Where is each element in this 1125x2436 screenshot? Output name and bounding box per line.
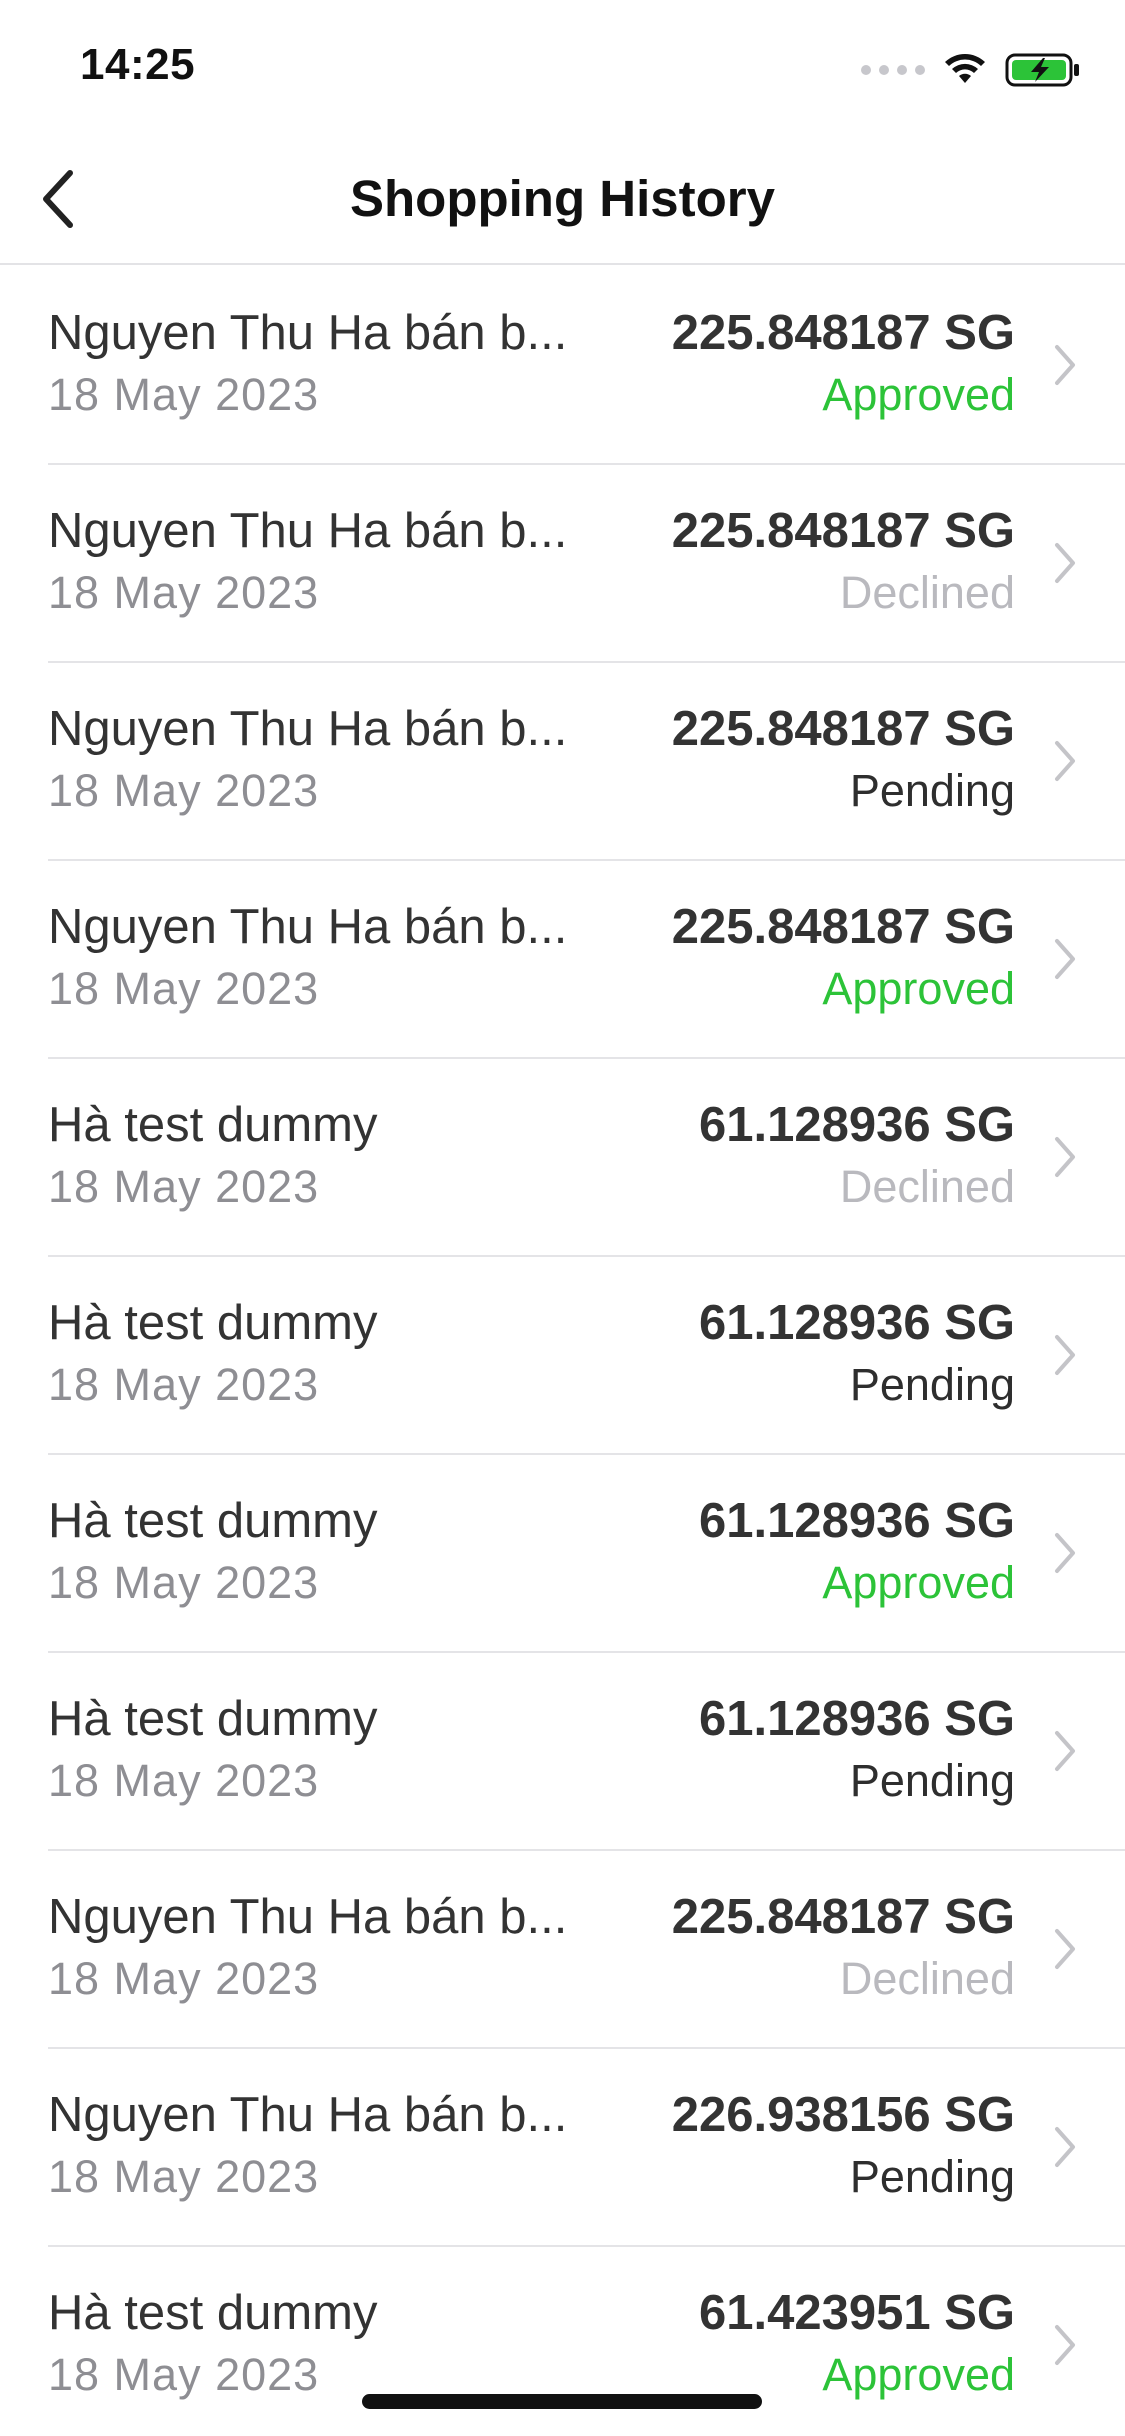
transaction-date: 18 May 2023 — [48, 963, 320, 1014]
chevron-right-icon — [1055, 1335, 1075, 1375]
chevron-right-icon — [1055, 543, 1075, 583]
status-label: Approved — [822, 369, 1015, 420]
transaction-date: 18 May 2023 — [48, 1359, 320, 1410]
status-label: Pending — [849, 1359, 1015, 1410]
transaction-date: 18 May 2023 — [48, 2349, 320, 2400]
chevron-right-icon — [1055, 1533, 1075, 1573]
list-item[interactable]: Hà test dummy 18 May 2023 61.128936 SG Decl… — [0, 1059, 1125, 1257]
transaction-date: 18 May 2023 — [48, 567, 320, 618]
transaction-amount: 61.128936 SG — [698, 1692, 1015, 1746]
list-item[interactable]: Nguyen Thu Ha bán b... 18 May 2023 225.848… — [0, 267, 1125, 465]
home-indicator — [362, 2394, 762, 2409]
transaction-amount: 225.848187 SG — [671, 900, 1015, 954]
merchant-name: Nguyen Thu Ha bán b... — [48, 2088, 568, 2142]
status-label: Pending — [849, 1755, 1015, 1806]
transaction-amount: 61.128936 SG — [698, 1098, 1015, 1152]
list-item[interactable]: Nguyen Thu Ha bán b... 18 May 2023 225.848… — [0, 663, 1125, 861]
list-item[interactable]: Nguyen Thu Ha bán b... 18 May 2023 225.848… — [0, 465, 1125, 663]
list-item[interactable]: Nguyen Thu Ha bán b... 18 May 2023 225.848… — [0, 861, 1125, 1059]
status-label: Approved — [822, 1557, 1015, 1608]
transaction-date: 18 May 2023 — [48, 1557, 320, 1608]
transaction-date: 18 May 2023 — [48, 2151, 320, 2202]
transaction-amount: 225.848187 SG — [671, 702, 1015, 756]
merchant-name: Hà test dummy — [48, 1692, 378, 1746]
list-item[interactable]: Hà test dummy 18 May 2023 61.128936 SG Pend… — [0, 1257, 1125, 1455]
screen: 14:25 Shopping History Nguyen Thu Ha bán… — [0, 0, 1125, 2436]
status-label: Approved — [822, 2349, 1015, 2400]
merchant-name: Nguyen Thu Ha bán b... — [48, 900, 568, 954]
navigation-bar: Shopping History — [0, 135, 1125, 265]
merchant-name: Nguyen Thu Ha bán b... — [48, 306, 568, 360]
status-time: 14:25 — [80, 40, 196, 89]
list-item[interactable]: Hà test dummy 18 May 2023 61.128936 SG Appr… — [0, 1455, 1125, 1653]
status-icons — [861, 48, 1081, 92]
transaction-amount: 225.848187 SG — [671, 306, 1015, 360]
transaction-amount: 225.848187 SG — [671, 504, 1015, 558]
page-title: Shopping History — [350, 170, 775, 227]
status-label: Declined — [839, 567, 1015, 618]
transaction-amount: 225.848187 SG — [671, 1890, 1015, 1944]
transaction-date: 18 May 2023 — [48, 1953, 320, 2004]
transaction-amount: 61.128936 SG — [698, 1494, 1015, 1548]
status-label: Declined — [839, 1161, 1015, 1212]
status-bar: 14:25 — [0, 0, 1125, 135]
chevron-right-icon — [1055, 2127, 1075, 2167]
merchant-name: Nguyen Thu Ha bán b... — [48, 702, 568, 756]
cellular-signal-icon — [861, 65, 925, 75]
list-item[interactable]: Hà test dummy 18 May 2023 61.128936 SG Pend… — [0, 1653, 1125, 1851]
status-label: Pending — [849, 765, 1015, 816]
chevron-right-icon — [1055, 345, 1075, 385]
chevron-right-icon — [1055, 939, 1075, 979]
transaction-date: 18 May 2023 — [48, 369, 320, 420]
merchant-name: Hà test dummy — [48, 1296, 378, 1350]
list-item[interactable]: Nguyen Thu Ha bán b... 18 May 2023 225.848… — [0, 1851, 1125, 2049]
merchant-name: Hà test dummy — [48, 1494, 378, 1548]
transaction-date: 18 May 2023 — [48, 765, 320, 816]
transaction-amount: 61.423951 SG — [698, 2286, 1015, 2340]
chevron-right-icon — [1055, 1137, 1075, 1177]
chevron-right-icon — [1055, 741, 1075, 781]
merchant-name: Nguyen Thu Ha bán b... — [48, 1890, 568, 1944]
status-label: Pending — [849, 2151, 1015, 2202]
merchant-name: Hà test dummy — [48, 2286, 378, 2340]
status-label: Approved — [822, 963, 1015, 1014]
transaction-amount: 61.128936 SG — [698, 1296, 1015, 1350]
wifi-icon — [945, 54, 985, 83]
transaction-date: 18 May 2023 — [48, 1755, 320, 1806]
chevron-right-icon — [1055, 1731, 1075, 1771]
chevron-right-icon — [1055, 2325, 1075, 2365]
transaction-amount: 226.938156 SG — [671, 2088, 1015, 2142]
battery-charging-icon — [1005, 53, 1079, 87]
shopping-history-list: Nguyen Thu Ha bán b... 18 May 2023 225.848… — [0, 267, 1125, 2436]
list-item[interactable]: Nguyen Thu Ha bán b... 18 May 2023 226.938… — [0, 2049, 1125, 2247]
merchant-name: Nguyen Thu Ha bán b... — [48, 504, 568, 558]
merchant-name: Hà test dummy — [48, 1098, 378, 1152]
status-label: Declined — [839, 1953, 1015, 2004]
chevron-right-icon — [1055, 1929, 1075, 1969]
transaction-date: 18 May 2023 — [48, 1161, 320, 1212]
